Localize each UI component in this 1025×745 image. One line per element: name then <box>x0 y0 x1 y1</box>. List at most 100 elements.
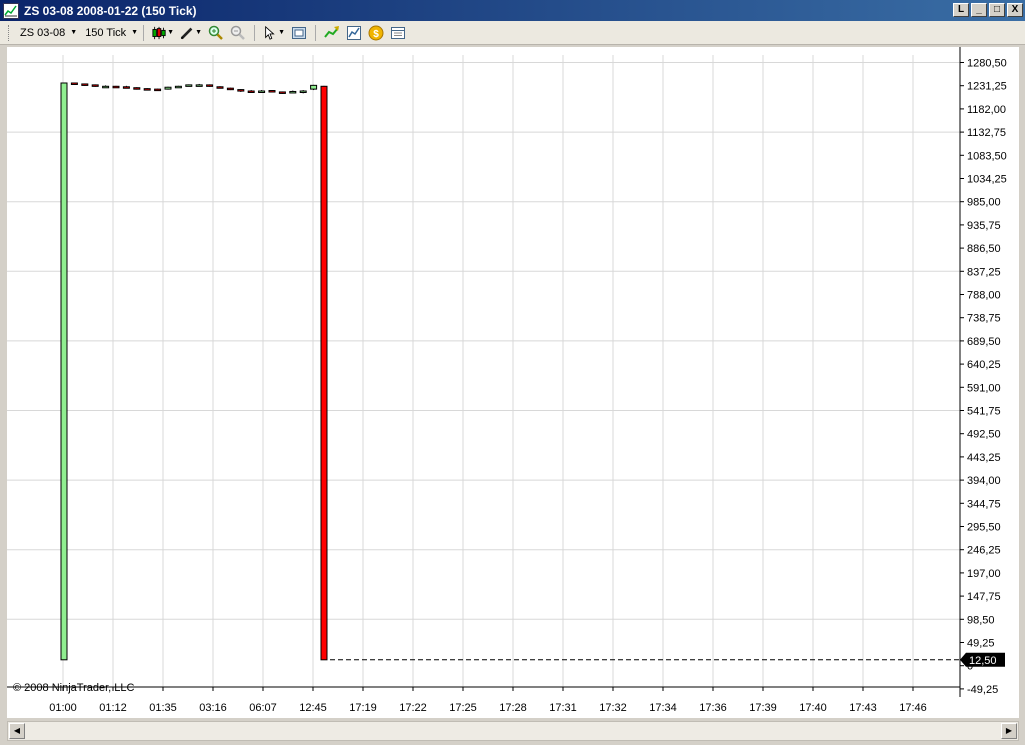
candle-body <box>112 85 120 89</box>
toolbar-separator <box>254 24 256 41</box>
price-chart[interactable]: 1280,50 1231,25 1182,00 1132,75 1083,50 1034,… <box>7 47 1019 718</box>
time-label: 03:16 <box>199 702 227 714</box>
time-label: 17:40 <box>799 702 827 714</box>
price-label: 1034,25 <box>967 174 1007 186</box>
link-button[interactable]: L <box>953 3 969 17</box>
price-label: 246,25 <box>967 545 1001 557</box>
candle-body <box>206 84 214 87</box>
maximize-button[interactable]: □ <box>989 3 1005 17</box>
time-label: 17:32 <box>599 702 627 714</box>
time-label: 17:25 <box>449 702 477 714</box>
time-label: 17:36 <box>699 702 727 714</box>
candle-body <box>216 86 224 89</box>
left-window-border <box>0 47 7 718</box>
right-window-border <box>1019 47 1025 718</box>
price-label: 492,50 <box>967 429 1001 441</box>
candle-body <box>278 91 286 94</box>
interval-label: 150 Tick <box>85 26 127 39</box>
minimize-button[interactable]: _ <box>971 3 987 17</box>
price-label: 1083,50 <box>967 150 1007 162</box>
time-label: 17:22 <box>399 702 427 714</box>
order-icon[interactable]: $ <box>368 25 384 41</box>
price-label: 98,50 <box>967 614 995 626</box>
time-label: 01:12 <box>99 702 127 714</box>
chevron-down-icon: ▼ <box>131 29 139 36</box>
copyright-text: © 2008 NinjaTrader, LLC <box>13 682 135 694</box>
price-label: 935,75 <box>967 220 1001 232</box>
scroll-left-button[interactable]: ◀ <box>9 723 25 739</box>
window-title: ZS 03-08 2008-01-22 (150 Tick) <box>24 3 197 18</box>
candle-body <box>102 85 110 89</box>
window-titlebar[interactable]: ZS 03-08 2008-01-22 (150 Tick) L _ □ X <box>0 0 1025 21</box>
toolbar-grip[interactable] <box>8 24 12 41</box>
time-label: 12:45 <box>299 702 327 714</box>
time-label: 01:00 <box>49 702 77 714</box>
price-label: 197,00 <box>967 568 1001 580</box>
price-label: 147,75 <box>967 591 1001 603</box>
data-box-icon[interactable] <box>390 25 406 41</box>
candle-body <box>247 90 255 93</box>
candle-body <box>70 82 78 85</box>
candle-body <box>289 90 297 94</box>
price-label: 788,00 <box>967 290 1001 302</box>
price-label: 49,25 <box>967 638 995 650</box>
toolbar-separator <box>143 24 145 41</box>
price-label: 443,25 <box>967 452 1001 464</box>
instrument-label: ZS 03-08 <box>20 26 66 39</box>
price-label: 591,00 <box>967 382 1001 394</box>
candle-body <box>195 84 203 87</box>
chart-toolbar: ZS 03-08 ▼ 150 Tick ▼ ▼ ▼ ▼ $ <box>0 21 1025 45</box>
candle-body <box>258 90 266 93</box>
time-label: 17:34 <box>649 702 677 714</box>
scroll-right-button[interactable]: ▶ <box>1001 723 1017 739</box>
instrument-dropdown[interactable]: ZS 03-08 ▼ <box>20 27 77 39</box>
chart-panel[interactable]: 1280,50 1231,25 1182,00 1132,75 1083,50 1034,… <box>7 47 1019 718</box>
price-label: 394,00 <box>967 475 1001 487</box>
price-label: 640,25 <box>967 359 1001 371</box>
price-label: 1280,50 <box>967 58 1007 70</box>
candlestick-icon[interactable]: ▼ <box>152 25 174 41</box>
price-label: 295,50 <box>967 522 1001 534</box>
candle-body <box>122 86 130 89</box>
candle-body <box>164 86 172 90</box>
time-label: 17:31 <box>549 702 577 714</box>
cursor-icon[interactable]: ▼ <box>263 25 285 41</box>
time-label: 01:35 <box>149 702 177 714</box>
candle-body <box>174 85 182 89</box>
price-label: 1182,00 <box>967 104 1006 116</box>
zoom-out-icon[interactable] <box>230 25 246 41</box>
price-label: 1231,25 <box>967 81 1007 93</box>
time-label: 06:07 <box>249 702 277 714</box>
candle-body <box>60 82 68 661</box>
strategies-icon[interactable] <box>346 25 362 41</box>
svg-text:$: $ <box>373 29 379 40</box>
time-label: 17:46 <box>899 702 927 714</box>
properties-icon[interactable] <box>291 25 307 41</box>
price-label: 541,75 <box>967 406 1001 418</box>
candle-body <box>268 90 276 93</box>
price-label: 689,50 <box>967 336 1001 348</box>
zoom-in-icon[interactable] <box>208 25 224 41</box>
horizontal-scrollbar[interactable]: ◀ ▶ <box>7 721 1019 741</box>
candle-body <box>81 83 89 86</box>
candle-body <box>143 88 151 91</box>
price-label: 837,25 <box>967 266 1001 278</box>
pencil-icon[interactable]: ▼ <box>180 25 202 41</box>
candle-body <box>185 84 193 87</box>
candle-body <box>91 84 99 87</box>
interval-dropdown[interactable]: 150 Tick ▼ <box>85 27 138 39</box>
candle-body <box>320 85 328 661</box>
close-button[interactable]: X <box>1007 3 1023 17</box>
time-label: 17:39 <box>749 702 777 714</box>
chart-app-icon <box>3 2 19 19</box>
time-label: 17:28 <box>499 702 527 714</box>
candle-body <box>133 87 141 90</box>
indicators-icon[interactable] <box>324 25 340 41</box>
price-label: 344,75 <box>967 498 1001 510</box>
candle-body <box>237 89 245 92</box>
price-label: -49,25 <box>967 684 998 696</box>
candle-body <box>310 84 318 90</box>
candle-body <box>299 90 307 93</box>
price-label: 1132,75 <box>967 127 1006 139</box>
price-label: 738,75 <box>967 313 1001 325</box>
